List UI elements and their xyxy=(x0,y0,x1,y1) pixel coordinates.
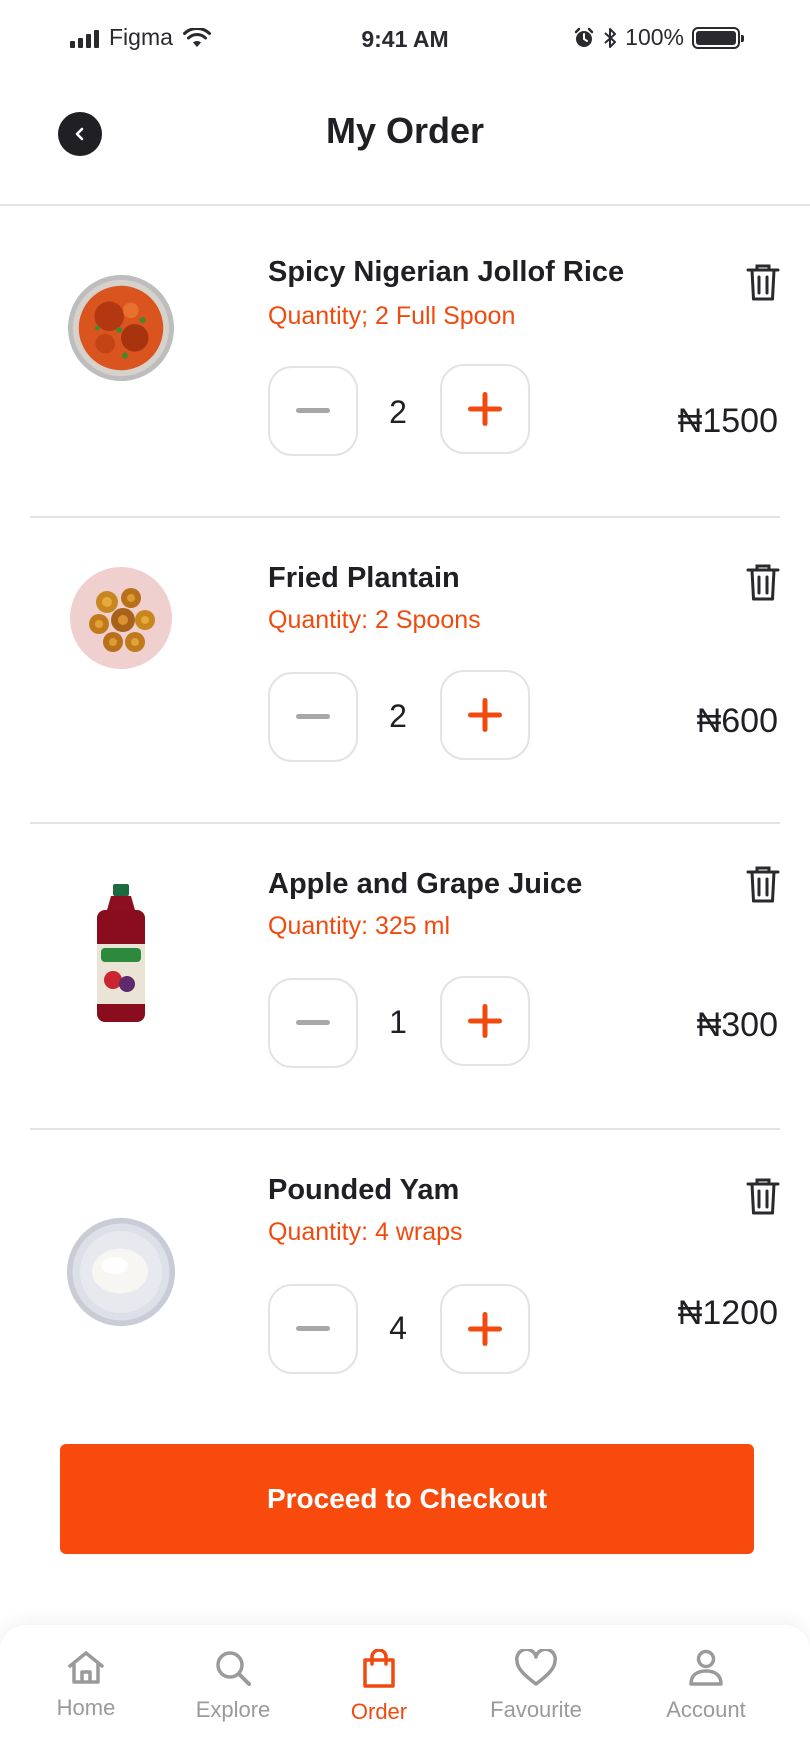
proceed-to-checkout-button[interactable]: Proceed to Checkout xyxy=(60,1444,754,1554)
header: My Order xyxy=(0,80,810,206)
item-name: Pounded Yam xyxy=(268,1174,460,1206)
minus-icon xyxy=(296,1020,330,1025)
decrease-quantity-button[interactable] xyxy=(268,672,358,762)
home-icon xyxy=(68,1651,104,1684)
battery-label: 100% xyxy=(625,24,684,50)
item-price: ₦1500 xyxy=(677,402,778,440)
order-item: Apple and Grape Juice Quantity: 325 ml 1… xyxy=(30,824,780,1130)
nav-item-order[interactable]: Order xyxy=(304,1649,454,1725)
item-quantity-label: Quantity; 2 Full Spoon xyxy=(268,302,516,330)
bluetooth-icon xyxy=(604,27,617,48)
trash-icon[interactable] xyxy=(746,1178,780,1216)
item-price: ₦600 xyxy=(696,702,778,740)
nav-label: Favourite xyxy=(490,1697,582,1722)
juice-bottle-image xyxy=(66,884,176,1022)
quantity-value: 2 xyxy=(389,698,407,734)
item-name: Spicy Nigerian Jollof Rice xyxy=(268,256,625,288)
item-name: Apple and Grape Juice xyxy=(268,868,583,900)
status-bar: Figma 9:41 AM 100% xyxy=(0,0,810,80)
minus-icon xyxy=(296,408,330,413)
battery-icon xyxy=(692,26,744,49)
decrease-quantity-button[interactable] xyxy=(268,978,358,1068)
trash-icon[interactable] xyxy=(746,264,780,302)
trash-icon[interactable] xyxy=(746,866,780,904)
status-right: 100% xyxy=(573,24,744,51)
bottom-nav: Home Explore Order Favourite Account xyxy=(0,1625,810,1755)
item-price: ₦1200 xyxy=(677,1294,778,1332)
page-title: My Order xyxy=(325,110,485,151)
shopping-bag-icon xyxy=(363,1649,395,1688)
quantity-value: 4 xyxy=(389,1310,407,1346)
nav-item-favourite[interactable]: Favourite xyxy=(461,1649,611,1723)
plus-icon xyxy=(468,1004,502,1038)
plus-icon xyxy=(468,1312,502,1346)
item-quantity-label: Quantity: 4 wraps xyxy=(268,1218,463,1246)
quantity-value: 2 xyxy=(389,394,407,430)
nav-label: Order xyxy=(350,1699,408,1724)
search-icon xyxy=(216,1651,251,1686)
order-item: Fried Plantain Quantity: 2 Spoons 2 ₦600 xyxy=(30,518,780,824)
nav-item-account[interactable]: Account xyxy=(631,1649,781,1723)
order-screen: Figma 9:41 AM 100% My Order Spicy Nigeri… xyxy=(0,0,810,1755)
fried-plantain-image xyxy=(66,558,176,678)
item-quantity-label: Quantity: 325 ml xyxy=(268,912,451,940)
item-price: ₦300 xyxy=(696,1006,778,1044)
increase-quantity-button[interactable] xyxy=(440,364,530,454)
nav-item-explore[interactable]: Explore xyxy=(158,1649,308,1723)
plus-icon xyxy=(468,698,502,732)
nav-label: Home xyxy=(56,1695,116,1720)
increase-quantity-button[interactable] xyxy=(440,976,530,1066)
decrease-quantity-button[interactable] xyxy=(268,1284,358,1374)
user-icon xyxy=(689,1649,723,1686)
heart-icon xyxy=(515,1649,557,1686)
trash-icon[interactable] xyxy=(746,564,780,602)
nav-item-home[interactable]: Home xyxy=(11,1649,161,1721)
plus-icon xyxy=(468,392,502,426)
minus-icon xyxy=(296,1326,330,1331)
item-quantity-label: Quantity: 2 Spoons xyxy=(268,606,481,634)
pounded-yam-image xyxy=(66,1212,176,1332)
alarm-icon xyxy=(574,27,594,47)
decrease-quantity-button[interactable] xyxy=(268,366,358,456)
quantity-value: 1 xyxy=(389,1004,407,1040)
jollof-rice-image xyxy=(66,268,176,388)
nav-label: Account xyxy=(666,1697,746,1722)
increase-quantity-button[interactable] xyxy=(440,670,530,760)
order-item: Spicy Nigerian Jollof Rice Quantity; 2 F… xyxy=(30,212,780,518)
nav-label: Explore xyxy=(195,1697,271,1722)
increase-quantity-button[interactable] xyxy=(440,1284,530,1374)
item-name: Fried Plantain xyxy=(268,562,460,594)
order-item: Pounded Yam Quantity: 4 wraps 4 ₦1200 xyxy=(30,1130,780,1436)
minus-icon xyxy=(296,714,330,719)
